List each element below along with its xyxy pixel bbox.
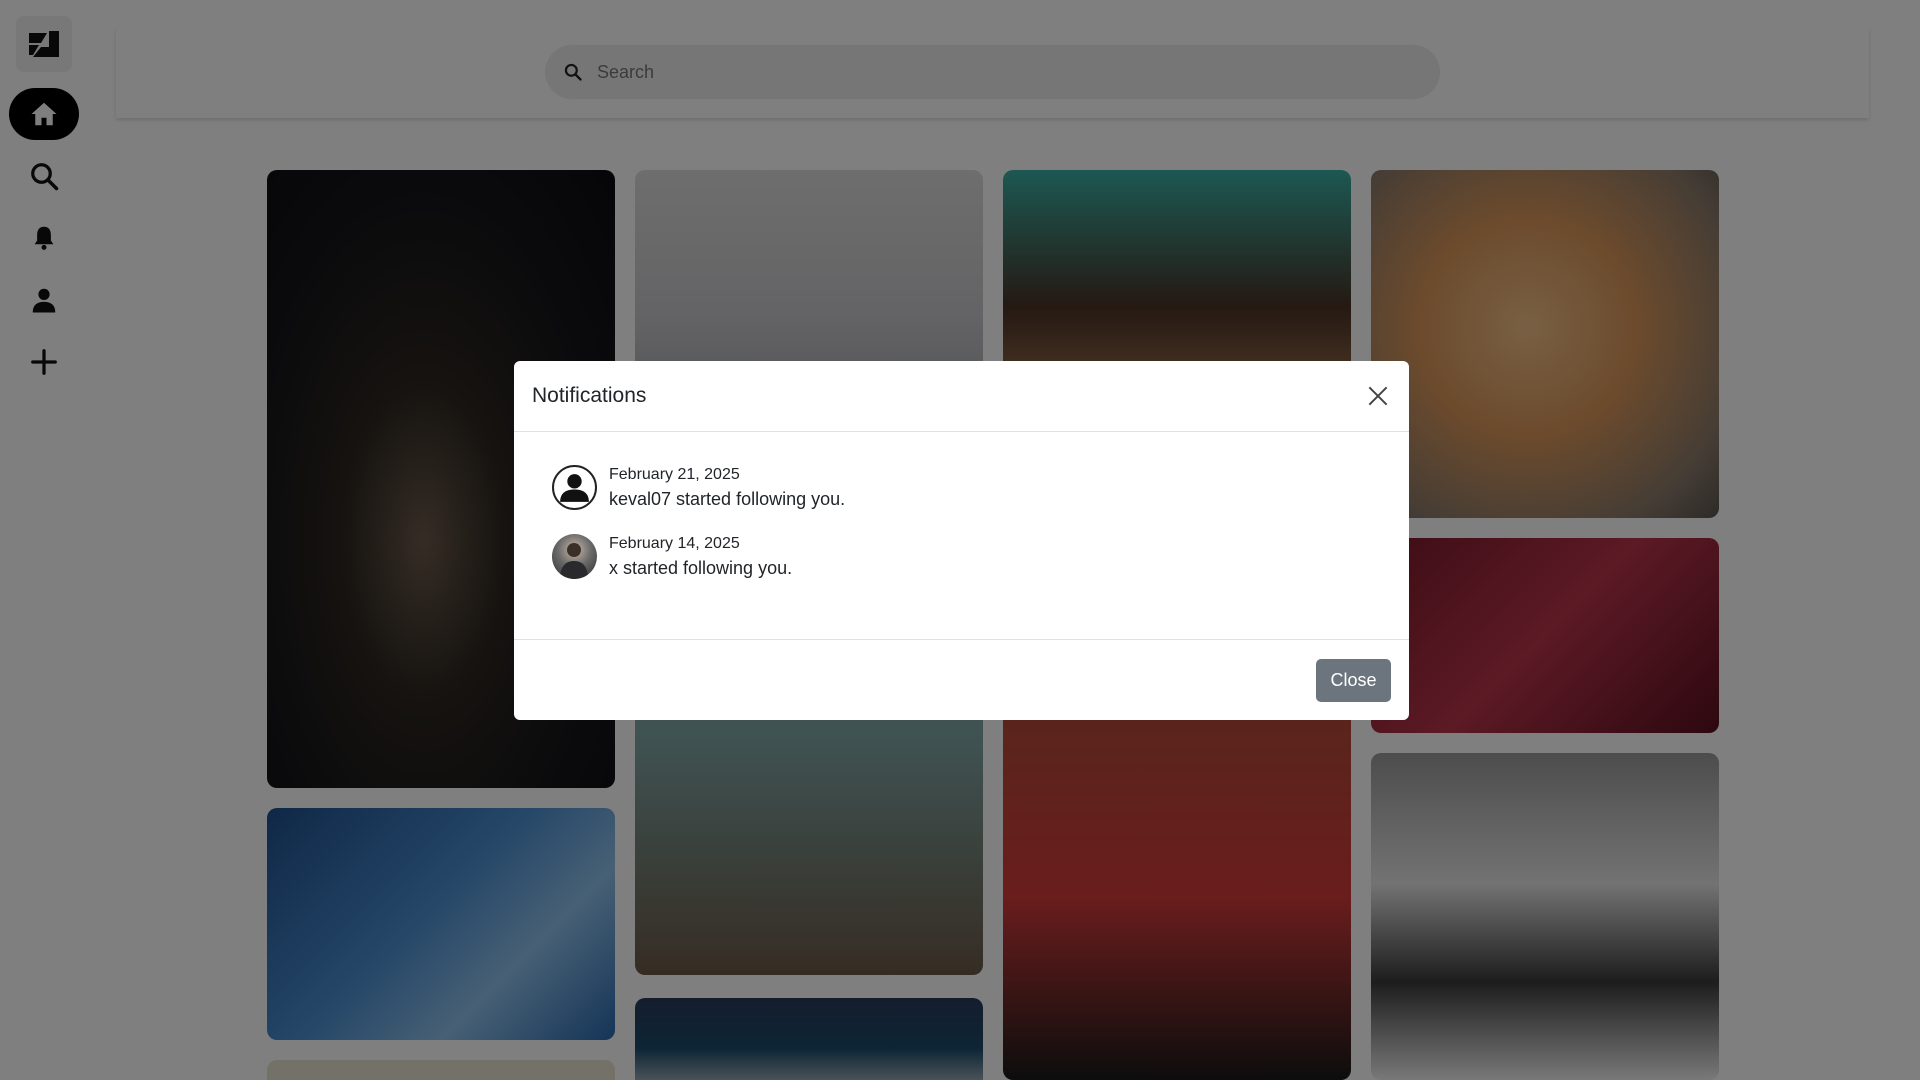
notification-text: keval07 started following you. <box>609 488 846 509</box>
notification-item[interactable]: February 21, 2025 keval07 started follow… <box>552 465 1371 510</box>
notification-date: February 14, 2025 <box>609 534 740 552</box>
notification-date: February 21, 2025 <box>609 465 740 483</box>
notification-content: February 21, 2025 keval07 started follow… <box>609 466 845 510</box>
user-photo-avatar <box>552 534 597 579</box>
close-icon[interactable] <box>1365 383 1391 409</box>
modal-body: February 21, 2025 keval07 started follow… <box>514 432 1409 640</box>
notification-content: February 14, 2025 x started following yo… <box>609 535 792 579</box>
default-avatar-icon <box>552 465 597 510</box>
notifications-modal: Notifications February 21, 2025 keval07 … <box>514 361 1409 720</box>
modal-header: Notifications <box>514 361 1409 432</box>
app-root: Notifications February 21, 2025 keval07 … <box>0 0 1920 1080</box>
notification-item[interactable]: February 14, 2025 x started following yo… <box>552 534 1371 579</box>
close-button[interactable]: Close <box>1316 658 1391 702</box>
modal-title: Notifications <box>532 384 647 407</box>
modal-footer: Close <box>514 640 1409 720</box>
notification-text: x started following you. <box>609 557 793 578</box>
